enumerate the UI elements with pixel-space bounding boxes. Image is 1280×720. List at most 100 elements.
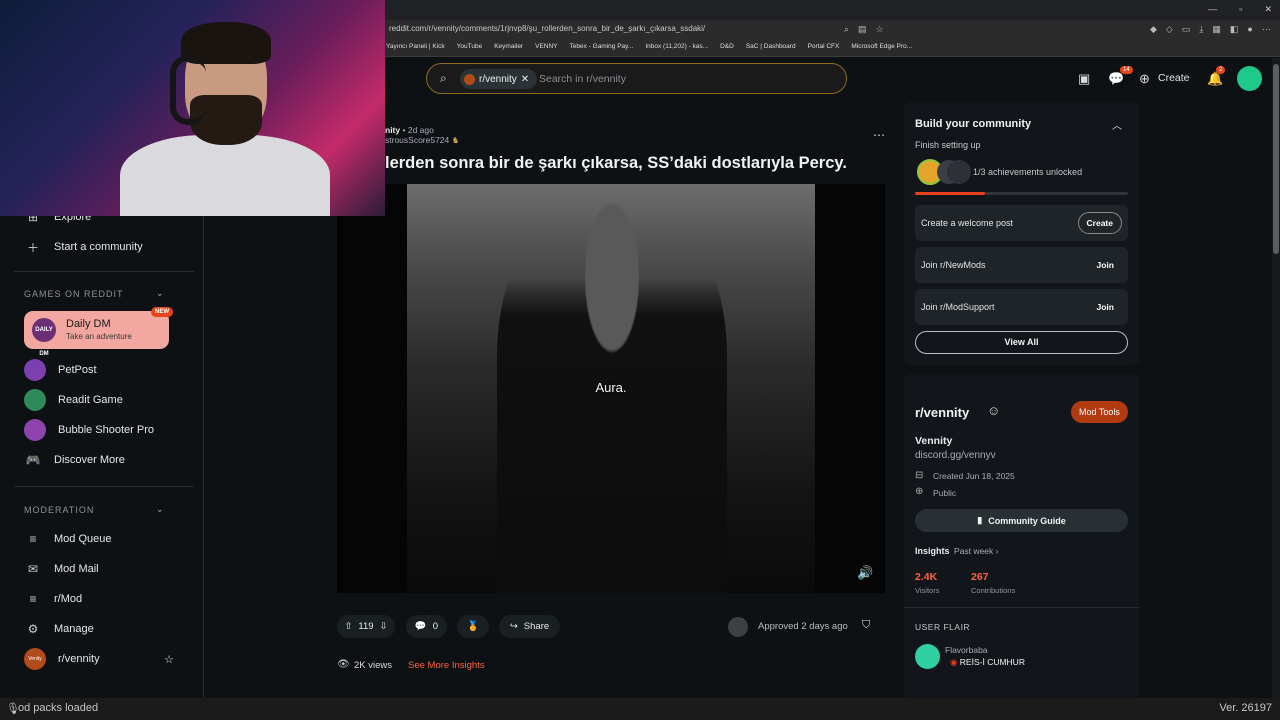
post-title[interactable]: lerden sonra bir de şarkı çıkarsa, SS’da…: [385, 154, 847, 173]
chevron-down-icon[interactable]: ⌄: [156, 504, 164, 515]
divider: [14, 271, 194, 272]
minimize-icon[interactable]: —: [1208, 4, 1217, 15]
bookmark[interactable]: Tebex - Gaming Pay...: [570, 43, 634, 50]
sidebar-game-readit[interactable]: Readit Game: [24, 389, 123, 411]
post-author[interactable]: strousScore5724: [385, 135, 449, 145]
bookmark[interactable]: Keymailer: [494, 43, 523, 50]
bookmark[interactable]: Yayıncı Paneli | Kick: [386, 43, 445, 50]
star-icon[interactable]: ☆: [164, 653, 174, 666]
collections-icon[interactable]: ▦: [1212, 24, 1221, 35]
profile-icon[interactable]: ●: [1247, 24, 1252, 35]
more-options-icon[interactable]: ⋯: [873, 128, 885, 142]
download-icon[interactable]: ⤓: [1199, 24, 1203, 35]
sidebar-item-mod-mail[interactable]: ✉ Mod Mail: [24, 558, 99, 580]
community-link[interactable]: discord.gg/vennyv: [915, 450, 996, 461]
reader-icon[interactable]: ▤: [858, 24, 867, 35]
sidebar-item-start-community[interactable]: ＋ Start a community: [24, 236, 143, 258]
sidebar-icon[interactable]: ◧: [1230, 24, 1239, 35]
create-button[interactable]: Create: [1158, 72, 1190, 84]
post-subreddit[interactable]: nity: [385, 125, 400, 135]
flair-avatar[interactable]: [915, 644, 940, 669]
task-join-newmods[interactable]: Join r/NewMods Join: [915, 247, 1128, 283]
bookmark[interactable]: SaC | Dashboard: [746, 43, 796, 50]
comment-count: 0: [432, 621, 439, 632]
join-button[interactable]: Join: [1089, 255, 1122, 275]
task-label: Join r/ModSupport: [921, 302, 995, 312]
see-more-insights-link[interactable]: See More Insights: [408, 660, 485, 671]
sidebar-item-label: Start a community: [54, 241, 143, 253]
collapse-icon[interactable]: ︿: [1112, 117, 1122, 132]
chip-close-icon[interactable]: ✕: [521, 74, 529, 85]
mail-icon: ✉: [27, 562, 39, 576]
bubble-shooter-icon: [24, 419, 46, 441]
headphones: [170, 55, 206, 125]
upvote-icon[interactable]: ⇧: [344, 621, 352, 632]
community-name[interactable]: r/vennity: [915, 405, 969, 420]
page-scrollbar[interactable]: [1272, 58, 1280, 698]
volume-icon[interactable]: 🔊: [857, 565, 873, 581]
favorite-icon[interactable]: ☆: [876, 24, 884, 35]
chevron-down-icon[interactable]: ⌄: [156, 288, 164, 299]
video-frame[interactable]: Aura.: [407, 184, 815, 593]
shield-icon[interactable]: ⛉: [862, 619, 870, 632]
community-guide-button[interactable]: ▮ Community Guide: [915, 509, 1128, 532]
award-button[interactable]: 🏅: [457, 615, 489, 638]
advertise-icon[interactable]: ▣: [1078, 71, 1090, 87]
maximize-icon[interactable]: ▫: [1239, 4, 1242, 15]
sidebar-item-vennity[interactable]: Venity r/vennity ☆: [24, 648, 174, 670]
sidebar-item-rmod[interactable]: ≡ r/Mod: [24, 588, 82, 610]
search-bar[interactable]: ⌕ r/vennity ✕ Search in r/vennity: [426, 63, 847, 94]
vote-bar: ⇧ 119 ⇩: [337, 615, 395, 638]
sidebar-game-bubble-shooter[interactable]: Bubble Shooter Pro: [24, 419, 154, 441]
search-scope-chip[interactable]: r/vennity ✕: [460, 69, 538, 89]
view-all-button[interactable]: View All: [915, 331, 1128, 354]
visibility-status: Public: [933, 488, 957, 498]
sidebar-item-label: r/Mod: [54, 593, 83, 605]
sidebar-item-mod-queue[interactable]: ≡ Mod Queue: [24, 528, 111, 550]
create-plus-icon[interactable]: ⊕: [1139, 71, 1150, 87]
bookmark[interactable]: D&D: [720, 43, 734, 50]
url-text[interactable]: reddit.com/r/vennity/comments/1rjnvp8/şu…: [389, 24, 705, 33]
games-heading[interactable]: GAMES ON REDDIT: [24, 289, 124, 299]
split-icon[interactable]: ▭: [1182, 24, 1191, 35]
share-button[interactable]: ↪ Share: [499, 615, 560, 638]
subreddit-avatar: [464, 73, 475, 85]
vote-count: 119: [358, 621, 374, 632]
extension-icon[interactable]: ◆: [1150, 24, 1157, 35]
zoom-icon[interactable]: ⌕: [844, 24, 849, 35]
scrollbar-thumb[interactable]: [1273, 64, 1279, 254]
sidebar-item-manage[interactable]: ⚙ Manage: [24, 618, 94, 640]
book-icon: ▮: [977, 515, 983, 525]
bookmark[interactable]: Inbox (11,202) - kas...: [645, 43, 708, 50]
moderation-heading[interactable]: MODERATION: [24, 505, 94, 515]
sidebar-item-label: Discover More: [54, 454, 125, 466]
moderator-avatar: [728, 617, 748, 637]
downvote-icon[interactable]: ⇩: [380, 621, 388, 632]
task-join-modsupport[interactable]: Join r/ModSupport Join: [915, 289, 1128, 325]
bookmark[interactable]: YouTube: [457, 43, 483, 50]
window-controls[interactable]: — ▫ ✕: [1208, 4, 1272, 15]
comments-button[interactable]: 💬 0: [406, 615, 447, 638]
sidebar-discover-more[interactable]: 🎮 Discover More: [24, 449, 125, 471]
sidebar-game-petpost[interactable]: PetPost: [24, 359, 97, 381]
approved-status: Approved 2 days ago: [758, 621, 848, 632]
daily-dm-card[interactable]: DAILY DM Daily DM Take an adventure NEW: [24, 307, 173, 357]
search-placeholder[interactable]: Search in r/vennity: [539, 73, 626, 85]
extension-icons[interactable]: ◆ ◇ ▭ ⤓ ▦ ◧ ● ⋯: [1150, 24, 1271, 35]
menu-icon[interactable]: ⋯: [1262, 24, 1271, 35]
bookmark[interactable]: Portal CFX: [808, 43, 840, 50]
video-caption: Aura.: [595, 380, 627, 395]
create-task-button[interactable]: Create: [1077, 212, 1122, 234]
bookmark[interactable]: Microsoft Edge Pro...: [851, 43, 912, 50]
address-actions[interactable]: ⌕ ▤ ☆: [844, 24, 884, 35]
bookmark[interactable]: VENNY: [535, 43, 557, 50]
extension-icon[interactable]: ◇: [1166, 24, 1173, 35]
edit-icon[interactable]: ☺: [987, 403, 1000, 418]
task-welcome-post[interactable]: Create a welcome post Create: [915, 205, 1128, 241]
user-avatar[interactable]: [1237, 66, 1262, 91]
join-button[interactable]: Join: [1089, 297, 1122, 317]
insights-period[interactable]: Past week ›: [954, 546, 998, 556]
mod-tools-button[interactable]: Mod Tools: [1071, 401, 1128, 423]
close-icon[interactable]: ✕: [1264, 4, 1272, 15]
setup-subtitle: Finish setting up: [915, 140, 981, 150]
